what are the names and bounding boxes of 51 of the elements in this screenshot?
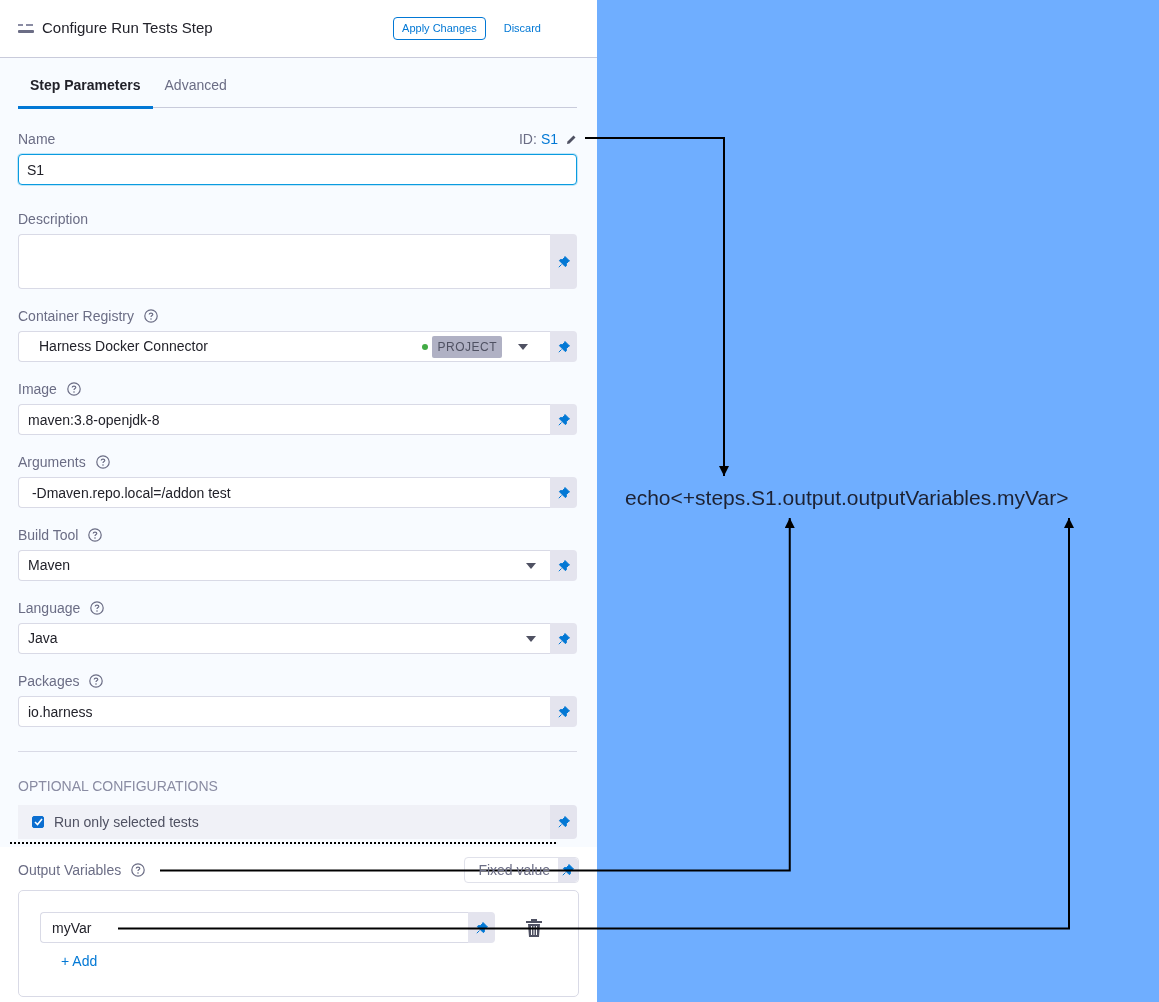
dropdown-field[interactable]: Maven: [18, 550, 550, 581]
pin-icon: [557, 632, 570, 645]
pin-icon: [557, 705, 570, 718]
field-label: Name: [18, 129, 56, 149]
trash-icon[interactable]: [526, 918, 542, 937]
checkbox[interactable]: [32, 816, 44, 828]
text-field[interactable]: -Dmaven.repo.local=/addon test: [18, 477, 550, 508]
field-label: Output Variables: [18, 860, 122, 880]
tab[interactable]: Advanced: [152, 75, 239, 109]
name-field[interactable]: S1: [18, 154, 577, 185]
apply-changes-button[interactable]: Apply Changes: [393, 16, 486, 41]
text-field[interactable]: io.harness: [18, 696, 550, 727]
pin-button[interactable]: [468, 912, 495, 943]
field-label: Container Registry: [18, 306, 134, 326]
dropdown-value: Maven: [28, 556, 71, 575]
id-label: ID:: [519, 129, 537, 149]
pin-icon: [557, 340, 570, 353]
expression-text: echo<+steps.S1.output.outputVariables.myVar>: [625, 485, 1069, 511]
checkbox-label: Run only selected tests: [54, 812, 199, 832]
pin-icon: [557, 486, 570, 499]
id-value[interactable]: S1: [540, 128, 558, 150]
pin-icon: [475, 921, 488, 934]
step-icon: [18, 23, 34, 34]
pin-icon: [557, 255, 570, 268]
dropdown-value: Java: [28, 629, 58, 648]
caret-icon: [518, 343, 528, 350]
scope-tag: PROJECT: [432, 335, 502, 358]
field-label: Packages: [18, 671, 80, 691]
pin-icon: [557, 559, 570, 572]
text-field[interactable]: maven:3.8-openjdk-8: [18, 404, 550, 435]
discard-button[interactable]: Discard: [495, 16, 549, 41]
caret-icon: [526, 635, 536, 642]
pin-icon: [557, 413, 570, 426]
connector-name: Harness Docker Connector: [39, 337, 208, 356]
add-link[interactable]: + Add: [61, 951, 98, 972]
pin-icon: [557, 816, 570, 828]
panel-title: Configure Run Tests Step: [42, 18, 213, 39]
edit-icon[interactable]: [566, 133, 577, 145]
field-label: Description: [18, 209, 89, 229]
checkbox-row[interactable]: Run only selected tests: [18, 805, 550, 839]
variable-field[interactable]: myVar: [40, 912, 468, 943]
tab[interactable]: Step Parameters: [18, 75, 153, 109]
description-field[interactable]: [18, 234, 550, 289]
field-label: Build Tool: [18, 525, 79, 545]
field-label: Arguments: [18, 452, 86, 472]
connector-field[interactable]: Harness Docker Connector PROJECT: [18, 331, 550, 362]
section-heading: OPTIONAL CONFIGURATIONS: [18, 777, 219, 796]
field-label: Image: [18, 379, 57, 399]
field-label: Language: [18, 598, 81, 618]
dropdown-field[interactable]: Java: [18, 623, 550, 654]
caret-icon: [526, 562, 536, 569]
